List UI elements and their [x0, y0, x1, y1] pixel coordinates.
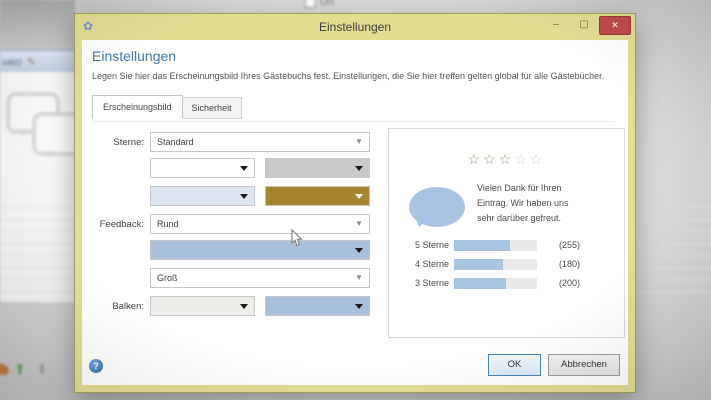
sterne-style-select[interactable]: Standard ▼ [150, 132, 370, 152]
titlebar[interactable]: ✿ Einstellungen – ▢ ✕ [75, 14, 635, 40]
feedback-shape-select[interactable]: Rund ▼ [150, 214, 370, 234]
tab-strip: Erscheinungsbild Sicherheit [92, 95, 242, 119]
rating-label: 5 Sterne [389, 240, 449, 250]
minimize-button[interactable]: – [543, 17, 569, 34]
maximize-button[interactable]: ▢ [571, 17, 597, 34]
mouse-cursor-icon [291, 229, 303, 247]
rating-label: 4 Sterne [389, 259, 449, 269]
star-icon: ☆ [514, 151, 530, 167]
rating-count: (255) [559, 240, 580, 250]
feedback-size-select[interactable]: Groß ▼ [150, 268, 370, 288]
balken-color-select[interactable] [265, 296, 370, 316]
star-icon: ☆ [530, 151, 546, 167]
up-arrow-icon: ⬆ [14, 362, 26, 376]
divider [92, 121, 614, 122]
selected-value: Groß [157, 273, 178, 283]
background-panel-header: satz) ✎ [0, 50, 78, 73]
speech-bubble-icon [409, 187, 465, 227]
pencil-icon: ✎ [27, 57, 35, 68]
checkbox-label: Ort [320, 0, 334, 8]
preview-message: Vielen Dank für Ihren Eintrag. Wir haben… [477, 181, 585, 226]
tab-sicherheit[interactable]: Sicherheit [183, 97, 242, 119]
background-blob-icon [0, 362, 10, 377]
rating-bar-track [454, 278, 537, 289]
rating-label: 3 Sterne [389, 278, 449, 288]
rating-count: (180) [559, 259, 580, 269]
checkbox-icon [305, 0, 316, 8]
selected-value: Standard [157, 137, 194, 147]
preview-panel: ☆☆☆☆☆ Vielen Dank für Ihren Eintrag. Wir… [388, 128, 625, 338]
sterne-label: Sterne: [86, 137, 144, 148]
star-icon: ☆ [499, 151, 515, 167]
rating-row: 4 Sterne (180) [389, 258, 624, 270]
rating-row: 3 Sterne (200) [389, 277, 624, 289]
settings-dialog: ✿ Einstellungen – ▢ ✕ Einstellungen Lege… [75, 14, 635, 392]
chevron-down-icon [355, 248, 363, 253]
panel-caption: satz) [2, 57, 22, 67]
chevron-down-icon [240, 194, 248, 199]
chevron-down-icon [355, 166, 363, 171]
balken-background-color-select[interactable] [150, 296, 255, 316]
background-ort-checkbox: Ort [305, 0, 334, 8]
star-texture-select[interactable] [150, 158, 255, 178]
rating-count: (200) [559, 278, 580, 288]
chevron-down-icon [355, 304, 363, 309]
stars-row: ☆☆☆☆☆ [389, 151, 624, 168]
rating-bar-track [454, 259, 537, 270]
balken-label: Balken: [86, 301, 144, 312]
ok-button[interactable]: OK [488, 354, 541, 376]
tab-erscheinungsbild[interactable]: Erscheinungsbild [92, 95, 183, 119]
selected-value: Rund [157, 219, 179, 229]
chevron-down-icon: ▼ [355, 215, 363, 233]
star-background-color-select[interactable] [150, 186, 255, 206]
feedback-color-select[interactable] [150, 240, 370, 260]
rating-bar-track [454, 240, 537, 251]
chevron-down-icon [355, 194, 363, 199]
rating-bar-fill [454, 278, 506, 289]
help-icon[interactable]: ? [89, 359, 103, 373]
down-arrow-icon: ⬇ [36, 362, 48, 376]
page-subtitle: Legen Sie hier das Erscheinungsbild Ihre… [92, 71, 604, 81]
chevron-down-icon: ▼ [355, 133, 363, 151]
chevron-down-icon [240, 304, 248, 309]
star-icon: ☆ [468, 151, 484, 167]
feedback-label: Feedback: [86, 219, 144, 230]
chevron-down-icon [240, 166, 248, 171]
page-title: Einstellungen [92, 48, 176, 64]
background-toolbar [0, 0, 75, 50]
chevron-down-icon: ▼ [355, 269, 363, 287]
star-secondary-color-select[interactable] [265, 158, 370, 178]
dialog-body: Einstellungen Legen Sie hier das Erschei… [82, 40, 628, 385]
rating-bar-fill [454, 259, 503, 270]
rating-bar-fill [454, 240, 510, 251]
star-icon: ☆ [483, 151, 499, 167]
star-primary-color-select[interactable] [265, 186, 370, 206]
close-button[interactable]: ✕ [599, 16, 631, 35]
cancel-button[interactable]: Abbrechen [548, 354, 620, 376]
rating-row: 5 Sterne (255) [389, 239, 624, 251]
